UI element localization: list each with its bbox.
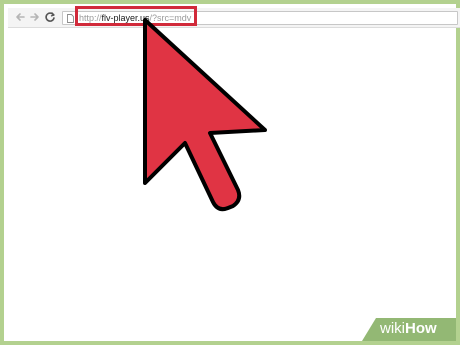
mouse-pointer-icon (143, 18, 267, 212)
watermark-how: How (405, 320, 437, 337)
watermark-wiki: wiki (380, 320, 405, 337)
watermark-logo: wikiHow (380, 320, 437, 338)
